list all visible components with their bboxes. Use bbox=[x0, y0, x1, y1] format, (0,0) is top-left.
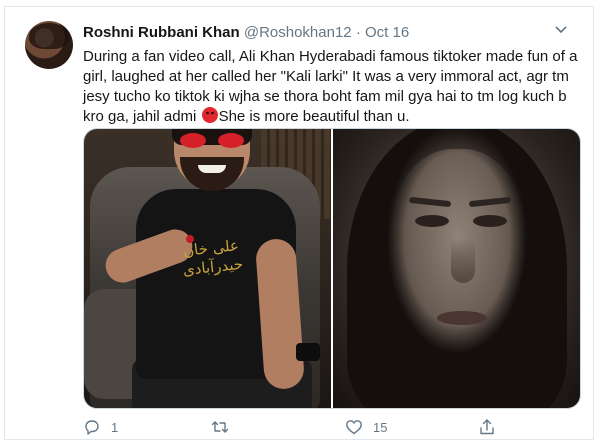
retweet-icon bbox=[211, 421, 229, 433]
share-button[interactable] bbox=[478, 415, 506, 439]
share-icon bbox=[480, 419, 494, 435]
tweet-actions: 1 15 bbox=[83, 415, 563, 439]
reply-count: 1 bbox=[111, 419, 119, 435]
tweet-text: During a fan video call, Ali Khan Hydera… bbox=[83, 47, 578, 127]
tweet-text-end: She is more beautiful than u. bbox=[218, 108, 410, 125]
author-name[interactable]: Roshni Rubbani Khan bbox=[83, 24, 240, 41]
heart-icon bbox=[346, 420, 362, 435]
tweet-header: Roshni Rubbani Khan @Roshokhan12 · Oct 1… bbox=[83, 24, 409, 41]
author-avatar[interactable] bbox=[25, 21, 73, 69]
retweet-button[interactable] bbox=[211, 415, 239, 439]
header-separator: · bbox=[355, 24, 361, 41]
like-button[interactable]: 15 bbox=[345, 415, 387, 439]
reply-button[interactable]: 1 bbox=[83, 415, 118, 439]
tweet-card[interactable]: Roshni Rubbani Khan @Roshokhan12 · Oct 1… bbox=[4, 6, 594, 440]
tweet-media: علی خان حیدرآبادی bbox=[83, 128, 581, 409]
author-handle[interactable]: @Roshokhan12 bbox=[244, 24, 352, 41]
photo-man-in-chair[interactable]: علی خان حیدرآبادی bbox=[84, 129, 331, 408]
reply-icon bbox=[85, 420, 99, 435]
chevron-down-icon[interactable] bbox=[551, 21, 571, 41]
angry-face-emoji-icon bbox=[201, 107, 218, 123]
photo-girl-face[interactable] bbox=[333, 129, 580, 408]
like-count: 15 bbox=[373, 419, 388, 435]
tweet-date[interactable]: Oct 16 bbox=[365, 24, 409, 41]
